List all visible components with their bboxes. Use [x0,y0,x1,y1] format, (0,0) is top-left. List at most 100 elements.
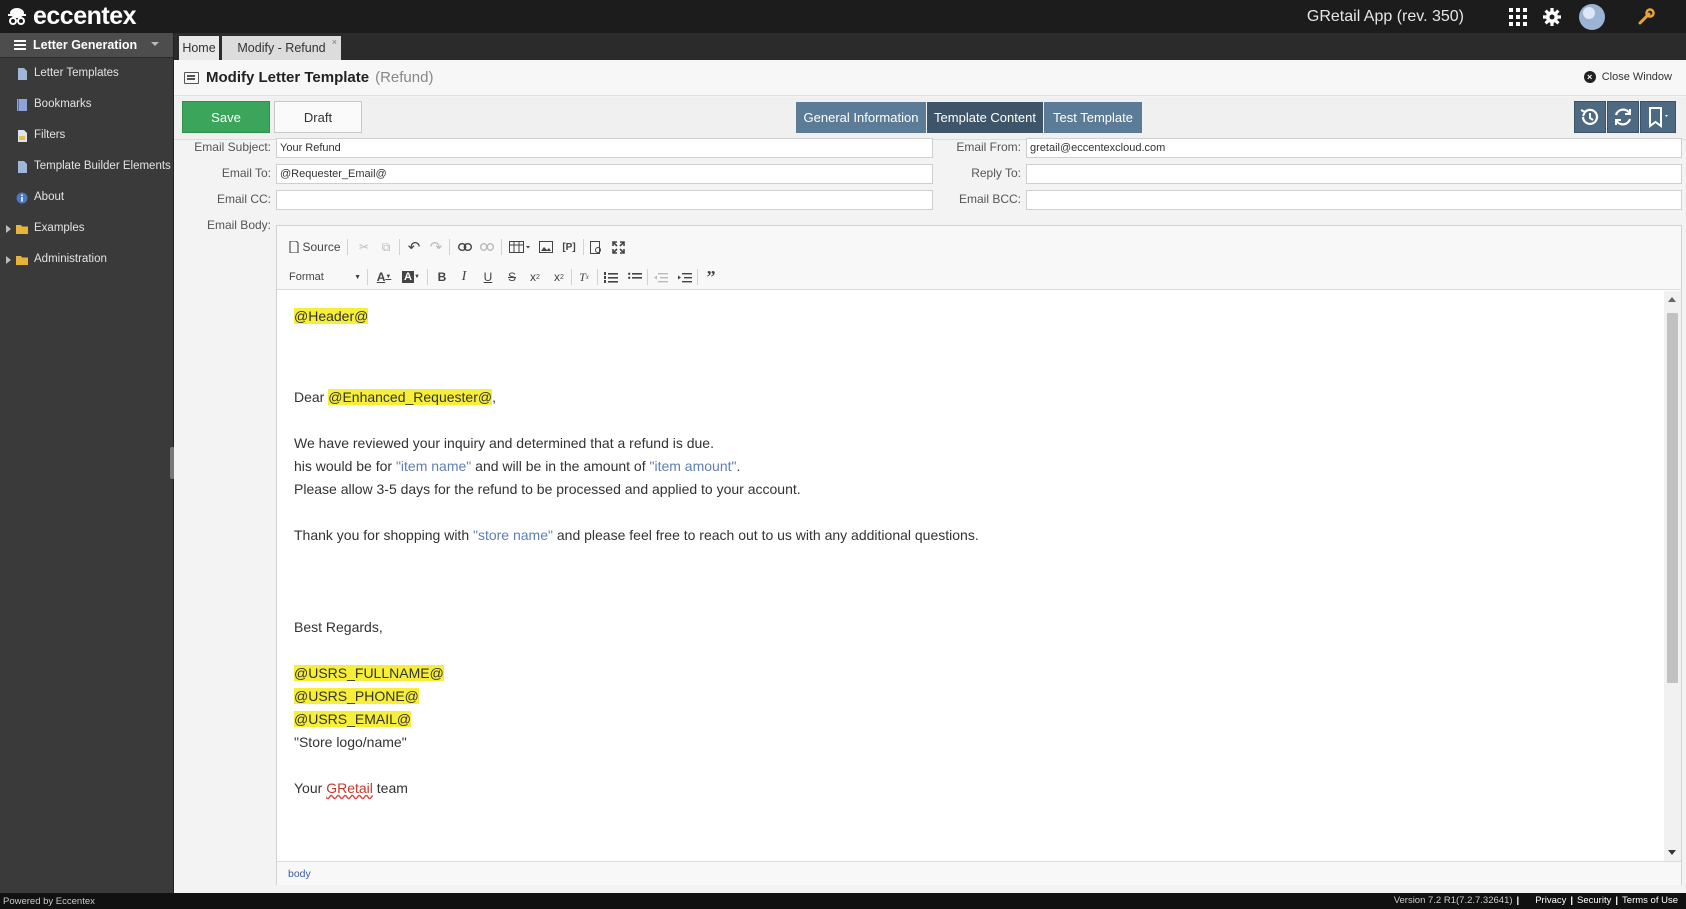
close-window-button[interactable]: × Close Window [1583,71,1672,83]
subscript-icon[interactable]: x2 [525,268,545,286]
reply-to-input[interactable] [1026,164,1682,184]
tab-label: Modify - Refund [237,41,326,55]
email-subject-label: Email Subject: [194,140,271,154]
strikethrough-icon[interactable]: S [503,268,521,286]
underline-icon[interactable]: U [479,268,497,286]
greeting-text: Dear [294,389,329,405]
email-cc-input[interactable] [276,190,933,210]
sidebar-item-filters[interactable]: Filters [0,120,173,151]
editor-content-area[interactable]: @Header@ Dear @Enhanced_Requester@, We h… [277,291,1664,861]
wrench-icon[interactable] [1634,5,1658,29]
redo-icon[interactable]: ↷ [427,238,445,256]
history-button[interactable] [1574,101,1606,133]
team-text: team [372,780,408,796]
email-bcc-input[interactable] [1026,190,1682,210]
text-color-icon[interactable]: A ▼ [373,268,395,286]
source-button[interactable]: Source [289,238,341,256]
reply-to-label: Reply To: [971,166,1021,180]
close-icon: × [1583,71,1596,83]
indent-icon[interactable] [675,268,695,286]
editor-scrollbar[interactable] [1664,291,1681,861]
privacy-link[interactable]: Privacy [1535,895,1566,906]
scrollbar-thumb[interactable] [1667,313,1678,683]
draft-button[interactable]: Draft [274,101,362,133]
expand-arrow-icon[interactable] [6,225,11,233]
sidebar-item-letter-templates[interactable]: Letter Templates [0,58,173,89]
page-title-text: Modify Letter Template [206,69,370,86]
bookmark-icon [17,99,27,111]
refresh-button[interactable] [1607,101,1639,133]
link-icon[interactable] [455,238,475,256]
numbered-list-icon[interactable] [601,268,621,286]
placeholder-icon[interactable]: [P] [559,238,579,256]
paragraph-2-text: his would be for [294,458,396,474]
sidebar-header[interactable]: Letter Generation [0,33,173,58]
sidebar-item-bookmarks[interactable]: Bookmarks [0,89,173,120]
user-avatar[interactable] [1578,3,1606,31]
bulleted-list-icon[interactable] [625,268,645,286]
paragraph-2-text: . [736,458,741,474]
format-label: Format [289,271,324,283]
format-dropdown[interactable]: Format ▼ [289,268,361,286]
greeting-comma: , [492,389,496,405]
bookmark-menu-button[interactable] [1640,101,1676,133]
email-from-input[interactable] [1026,138,1682,158]
undo-icon[interactable]: ↶ [405,238,423,256]
paragraph-2: his would be for "item name" and will be… [294,458,740,474]
tab-general-information[interactable]: General Information [796,102,926,133]
phone-token: @USRS_PHONE@ [294,688,419,704]
gear-icon[interactable] [1540,5,1564,29]
security-link[interactable]: Security [1577,895,1611,906]
sidebar-item-examples[interactable]: Examples [0,213,173,244]
apps-grid-icon[interactable] [1506,5,1530,29]
tab-modify-refund[interactable]: Modify - Refund × [222,36,341,60]
paragraph-4: Thank you for shopping with "store name"… [294,527,979,543]
sidebar-item-about[interactable]: About [0,182,173,213]
save-button[interactable]: Save [182,101,270,133]
email-cc-label: Email CC: [216,192,271,206]
tab-template-content[interactable]: Template Content [927,102,1043,133]
title-row: Modify Letter Template (Refund) × Close W… [174,60,1686,96]
close-tab-icon[interactable]: × [332,37,337,47]
copy-icon[interactable]: ⧉ [377,238,395,256]
editor-element-path[interactable]: body [277,861,1681,885]
tab-test-template[interactable]: Test Template [1044,102,1142,133]
remove-format-icon[interactable]: Tx [575,268,593,286]
email-subject-input[interactable] [276,138,933,158]
table-icon[interactable] [507,238,533,256]
email-line: @USRS_EMAIL@ [294,711,412,727]
maximize-icon[interactable] [609,238,627,256]
outdent-icon[interactable] [651,268,671,286]
cut-icon[interactable]: ✂ [355,238,373,256]
expand-arrow-icon[interactable] [6,256,11,264]
toolbar-separator [647,269,648,285]
tab-home[interactable]: Home [179,36,219,60]
sidebar-item-template-builder-elements[interactable]: Template Builder Elements [0,151,173,182]
preview-icon[interactable] [587,238,605,256]
version-text: Version 7.2 R1(7.2.7.32641) [1393,895,1513,906]
email-to-label: Email To: [221,166,271,180]
toolbar-separator [597,269,598,285]
superscript-icon[interactable]: x2 [549,268,569,286]
bookmark-icon [1649,107,1668,128]
eccentex-logo[interactable]: eccentex [6,2,137,30]
sidebar-item-administration[interactable]: Administration [0,244,173,275]
paragraph-3: Please allow 3-5 days for the refund to … [294,481,801,497]
footer-separator: | [1615,895,1619,906]
header-token: @Header@ [294,308,369,324]
page-subtitle: (Refund) [375,69,434,86]
terms-link[interactable]: Terms of Use [1622,895,1678,906]
bold-icon[interactable]: B [433,268,451,286]
unlink-icon[interactable] [477,238,497,256]
image-icon[interactable] [537,238,555,256]
chevron-down-icon[interactable] [151,42,159,46]
scroll-up-icon[interactable] [1668,297,1676,302]
background-color-icon[interactable]: A ▼ [399,268,423,286]
email-to-input[interactable] [276,164,933,184]
source-label: Source [302,240,341,254]
scroll-down-icon[interactable] [1668,850,1676,855]
paragraph-4-text: and please feel free to reach out to us … [552,527,979,543]
blockquote-icon[interactable]: ” [701,267,721,287]
italic-icon[interactable]: I [455,268,473,286]
page-title: Modify Letter Template (Refund) [206,69,433,86]
